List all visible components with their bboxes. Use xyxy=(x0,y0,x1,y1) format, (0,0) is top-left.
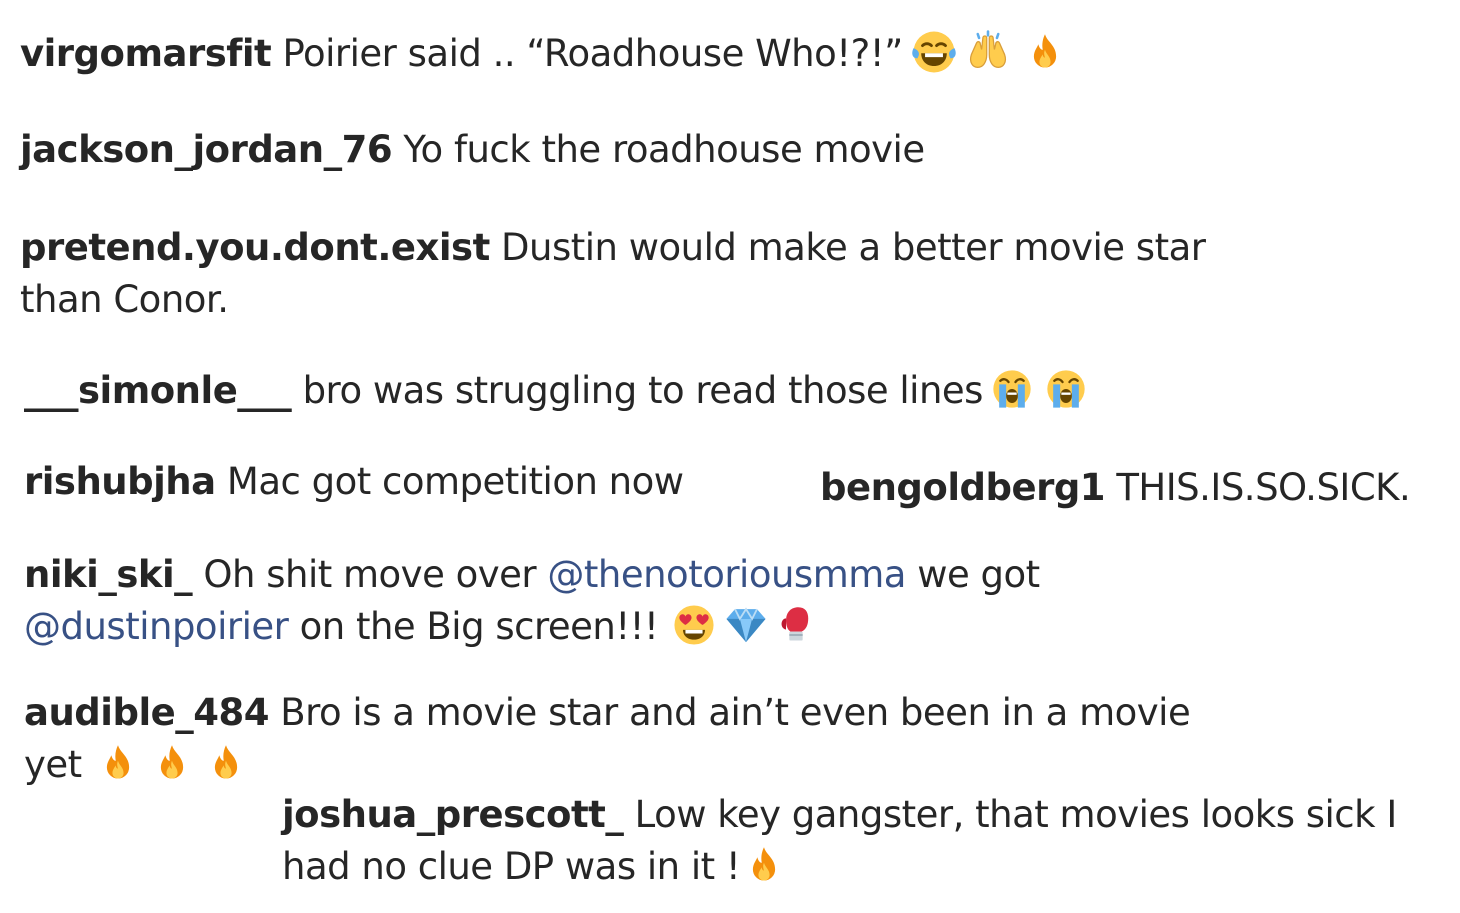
mention-link[interactable]: @thenotoriousmma xyxy=(547,553,906,596)
fire-icon xyxy=(744,843,784,887)
comment-text-continued: had no clue DP was in it ! xyxy=(282,845,741,888)
comment-text: on the Big screen!!! xyxy=(299,605,659,648)
comment-text: Mac got competition now xyxy=(226,460,684,503)
comment-text: Bro is a movie star and ain’t even been … xyxy=(280,691,1191,734)
comment-item: ___simonle___ bro was struggling to read… xyxy=(24,365,1087,417)
gem-icon xyxy=(724,603,768,647)
comment-username[interactable]: ___simonle___ xyxy=(24,369,292,412)
comment-text-continued: yet xyxy=(24,743,82,786)
loudly-crying-icon xyxy=(1045,368,1087,410)
comment-username[interactable]: joshua_prescott_ xyxy=(282,793,624,836)
comment-item: niki_ski_ Oh shit move over @thenotoriou… xyxy=(24,549,1040,653)
boxing-glove-icon xyxy=(776,603,816,647)
comment-text: we got xyxy=(917,553,1040,596)
comment-username[interactable]: audible_484 xyxy=(24,691,269,734)
joy-icon xyxy=(911,29,957,75)
comment-text-continued: than Conor. xyxy=(20,278,229,321)
comment-username[interactable]: rishubjha xyxy=(24,460,216,503)
comment-item: jackson_jordan_76 Yo fuck the roadhouse … xyxy=(20,124,925,176)
loudly-crying-icon xyxy=(991,368,1033,410)
comment-item: bengoldberg1 THIS.IS.SO.SICK. xyxy=(820,462,1411,514)
comment-item: audible_484 Bro is a movie star and ain’… xyxy=(24,687,1191,791)
comment-item: joshua_prescott_ Low key gangster, that … xyxy=(282,789,1397,893)
fire-icon xyxy=(206,741,246,785)
comment-text: Poirier said .. “Roadhouse Who!?!” xyxy=(282,32,903,75)
comment-item: rishubjha Mac got competition now xyxy=(24,456,684,508)
comment-text: THIS.IS.SO.SICK. xyxy=(1116,466,1411,509)
comment-username[interactable]: niki_ski_ xyxy=(24,553,193,596)
comment-item: virgomarsfit Poirier said .. “Roadhouse … xyxy=(20,28,1065,80)
comment-text: Yo fuck the roadhouse movie xyxy=(403,128,925,171)
comment-username[interactable]: bengoldberg1 xyxy=(820,466,1106,509)
comment-username[interactable]: jackson_jordan_76 xyxy=(20,128,393,171)
comment-item: pretend.you.dont.exist Dustin would make… xyxy=(20,222,1206,326)
mention-link[interactable]: @dustinpoirier xyxy=(24,605,289,648)
heart-eyes-icon xyxy=(672,603,716,647)
comment-username[interactable]: pretend.you.dont.exist xyxy=(20,226,490,269)
comment-text: Low key gangster, that movies looks sick… xyxy=(634,793,1398,836)
comment-text: bro was struggling to read those lines xyxy=(302,369,984,412)
comment-username[interactable]: virgomarsfit xyxy=(20,32,272,75)
fire-icon xyxy=(152,741,192,785)
raising-hands-icon xyxy=(965,29,1011,75)
comment-text: Dustin would make a better movie star xyxy=(501,226,1206,269)
comment-text: Oh shit move over xyxy=(203,553,537,596)
fire-icon xyxy=(1025,29,1065,75)
fire-icon xyxy=(98,741,138,785)
